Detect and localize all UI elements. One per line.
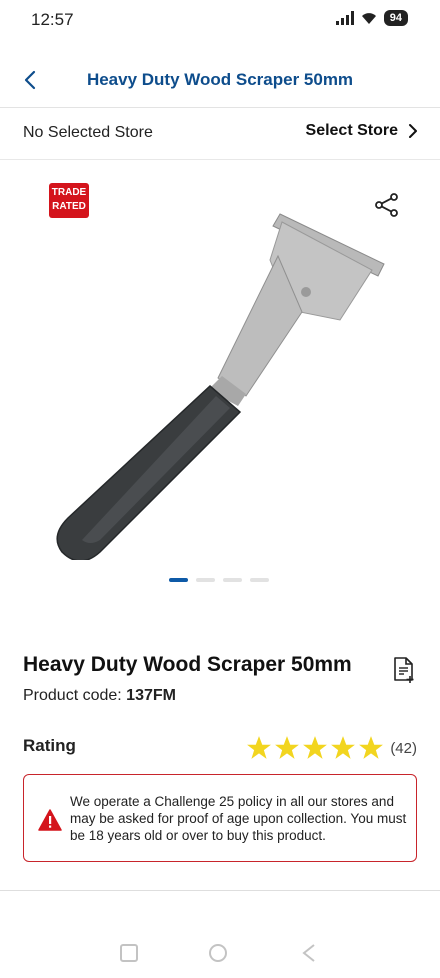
star-icon — [331, 736, 356, 759]
star-icon — [303, 736, 328, 759]
gallery-dot[interactable] — [250, 578, 269, 582]
gallery-dot[interactable] — [223, 578, 242, 582]
nav-back-icon[interactable] — [298, 942, 320, 964]
product-gallery[interactable]: TRADE RATED — [0, 160, 440, 600]
star-icon — [275, 736, 300, 759]
age-restriction-notice: We operate a Challenge 25 policy in all … — [23, 774, 417, 862]
product-image — [56, 213, 385, 560]
star-icon — [247, 736, 272, 759]
store-status-label: No Selected Store — [23, 124, 153, 141]
product-code-value: 137FM — [126, 687, 176, 704]
document-add-icon — [394, 657, 414, 683]
section-divider — [0, 890, 440, 891]
chevron-right-icon — [409, 124, 417, 138]
warning-icon — [38, 809, 62, 831]
store-bar: No Selected Store Select Store — [0, 108, 440, 160]
rating-row[interactable]: Rating (42) — [23, 735, 417, 763]
wifi-icon — [361, 13, 376, 24]
signal-icon — [335, 11, 354, 25]
gallery-pagination — [169, 578, 269, 582]
home-icon[interactable] — [207, 942, 229, 964]
status-time: 12:57 — [31, 10, 74, 29]
select-store-label: Select Store — [305, 122, 398, 139]
rating-count: (42) — [390, 739, 417, 757]
system-nav-bar — [0, 930, 440, 978]
add-to-list-button[interactable] — [392, 656, 416, 684]
status-bar: 12:57 94 — [0, 0, 440, 40]
badge-line-1: TRADE — [51, 187, 87, 198]
product-title: Heavy Duty Wood Scraper 50mm — [23, 653, 352, 676]
gallery-dot-active[interactable] — [169, 578, 188, 582]
product-code: Product code: 137FM — [23, 687, 176, 705]
page-title: Heavy Duty Wood Scraper 50mm — [86, 70, 354, 89]
rating-stars: (42) — [246, 735, 417, 761]
app-header: Heavy Duty Wood Scraper 50mm — [0, 50, 440, 108]
status-icons: 94 — [335, 10, 408, 26]
rating-label: Rating — [23, 736, 76, 755]
star-icon — [359, 736, 384, 759]
recents-icon[interactable] — [118, 942, 140, 964]
select-store-button[interactable]: Select Store — [306, 122, 418, 140]
gallery-dot[interactable] — [196, 578, 215, 582]
product-code-label: Product code: — [23, 687, 127, 704]
battery-indicator: 94 — [383, 10, 408, 26]
notice-text: We operate a Challenge 25 policy in all … — [70, 794, 407, 843]
